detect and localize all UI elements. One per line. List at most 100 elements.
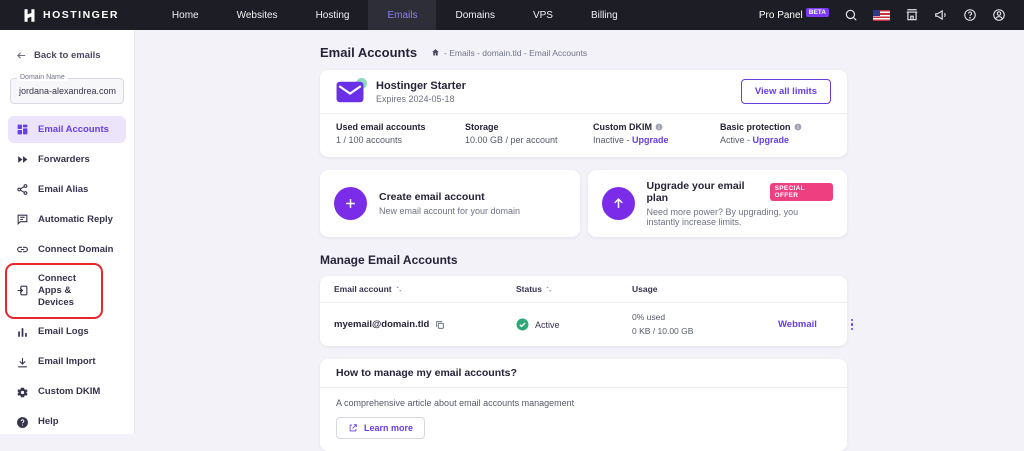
nav-websites[interactable]: Websites	[218, 0, 297, 30]
learn-more-button[interactable]: Learn more	[336, 417, 425, 439]
status-badge: Active	[535, 320, 560, 330]
grid-icon	[16, 123, 29, 136]
table-header: Email account Status Usage	[320, 276, 847, 303]
top-navigation: Home Websites Hosting Emails Domains VPS…	[153, 0, 637, 30]
action-card-title: Upgrade your email plan	[647, 180, 764, 204]
copy-icon[interactable]	[435, 320, 445, 330]
stat-value: Inactive -	[593, 135, 630, 145]
sidebar-item-email-import[interactable]: Email Import	[8, 349, 126, 376]
check-circle-icon	[516, 318, 529, 331]
account-icon[interactable]	[992, 8, 1006, 22]
hostinger-logo[interactable]: HOSTINGER	[0, 8, 129, 23]
topbar: HOSTINGER Home Websites Hosting Emails D…	[0, 0, 1024, 30]
special-offer-badge: SPECIAL OFFER	[770, 183, 833, 201]
breadcrumb-path: - Emails - domain.tld - Email Accounts	[444, 48, 587, 58]
column-label: Status	[516, 284, 542, 294]
sidebar-item-help[interactable]: Help	[8, 409, 126, 436]
info-icon[interactable]	[794, 123, 802, 131]
plan-stats: Used email accounts 1 / 100 accounts Sto…	[320, 113, 847, 157]
page-title: Email Accounts	[320, 45, 417, 60]
arrow-up-icon	[602, 187, 635, 220]
sidebar-item-email-accounts[interactable]: Email Accounts	[8, 116, 126, 143]
sidebar-item-label: Custom DKIM	[38, 386, 100, 398]
usage-quota: 0 KB / 10.00 GB	[632, 325, 778, 338]
sidebar-item-label: Email Alias	[38, 184, 88, 196]
nav-billing[interactable]: Billing	[572, 0, 637, 30]
topbar-right: Pro PanelBETA	[759, 8, 1024, 22]
sidebar-item-label: Email Logs	[38, 326, 89, 338]
sidebar-item-email-logs[interactable]: Email Logs	[8, 319, 126, 346]
manage-section-title: Manage Email Accounts	[320, 253, 1024, 267]
domain-select-label: Domain Name	[17, 74, 68, 81]
domain-select[interactable]: Domain Name jordana-alexandrea.com	[10, 78, 124, 104]
row-menu-kebab-icon[interactable]	[839, 319, 865, 331]
sort-icon	[545, 285, 553, 293]
sidebar-item-label: Automatic Reply	[38, 214, 113, 226]
nav-home[interactable]: Home	[153, 0, 218, 30]
pro-panel-toggle[interactable]: Pro PanelBETA	[759, 10, 829, 21]
stat-value: 1 / 100 accounts	[336, 135, 465, 145]
us-flag-icon[interactable]	[873, 10, 890, 21]
column-label: Email account	[334, 284, 392, 294]
upgrade-email-plan-card[interactable]: Upgrade your email plan SPECIAL OFFER Nee…	[588, 170, 848, 237]
sort-icon	[395, 285, 403, 293]
back-to-emails-label: Back to emails	[34, 50, 101, 61]
breadcrumb[interactable]: - Emails - domain.tld - Email Accounts	[431, 48, 587, 58]
column-email-account[interactable]: Email account	[334, 284, 516, 294]
sidebar-item-label: Email Import	[38, 356, 96, 368]
view-all-limits-button[interactable]: View all limits	[741, 79, 831, 104]
stat-value: Active -	[720, 135, 750, 145]
sidebar-item-automatic-reply[interactable]: Automatic Reply	[8, 206, 126, 233]
pro-panel-label: Pro Panel	[759, 10, 803, 21]
info-icon[interactable]	[655, 123, 663, 131]
sidebar-item-email-alias[interactable]: Email Alias	[8, 176, 126, 203]
action-card-title: Create email account	[379, 191, 520, 203]
action-card-description: Need more power? By upgrading, you insta…	[647, 207, 834, 227]
storefront-icon[interactable]	[905, 8, 919, 22]
beta-badge: BETA	[806, 8, 829, 17]
plan-name: Hostinger Starter	[376, 80, 466, 92]
help-icon[interactable]	[963, 8, 977, 22]
help-card: How to manage my email accounts? A compr…	[320, 359, 847, 451]
announcements-icon[interactable]	[934, 8, 948, 22]
sidebar: Back to emails Domain Name jordana-alexa…	[0, 30, 135, 434]
sidebar-item-connect-domain[interactable]: Connect Domain	[8, 236, 126, 263]
gear-icon	[16, 386, 29, 399]
nav-domains[interactable]: Domains	[436, 0, 513, 30]
nav-hosting[interactable]: Hosting	[297, 0, 369, 30]
envelope-icon	[336, 81, 364, 103]
stat-label: Custom DKIM	[593, 122, 652, 132]
webmail-link[interactable]: Webmail	[778, 319, 839, 330]
action-card-description: New email account for your domain	[379, 206, 520, 216]
external-link-icon	[348, 423, 358, 433]
plan-expiry: Expires 2024-05-18	[376, 94, 466, 104]
usage-percent: 0% used	[632, 311, 778, 324]
sidebar-item-label: Connect Apps & Devices	[38, 273, 92, 309]
back-arrow-icon	[16, 50, 27, 61]
stat-used-accounts: Used email accounts 1 / 100 accounts	[336, 122, 465, 145]
sidebar-item-custom-dkim[interactable]: Custom DKIM	[8, 379, 126, 406]
sidebar-item-forwarders[interactable]: Forwarders	[8, 146, 126, 173]
back-to-emails-link[interactable]: Back to emails	[0, 30, 134, 61]
help-card-title: How to manage my email accounts?	[320, 359, 847, 388]
bar-chart-icon	[16, 326, 29, 339]
domain-select-value: jordana-alexandrea.com	[11, 79, 123, 103]
stat-label: Used email accounts	[336, 122, 426, 132]
nav-vps[interactable]: VPS	[514, 0, 572, 30]
hostinger-logo-text: HOSTINGER	[43, 9, 119, 21]
column-label: Usage	[632, 284, 658, 294]
search-icon[interactable]	[844, 8, 858, 22]
sidebar-item-label: Forwarders	[38, 154, 90, 166]
sidebar-menu: Email Accounts Forwarders Email Alias Au…	[0, 116, 134, 436]
share-icon	[16, 183, 29, 196]
email-address: myemail@domain.tld	[334, 319, 429, 330]
question-icon	[16, 416, 29, 429]
plus-icon	[334, 187, 367, 220]
plan-card: Hostinger Starter Expires 2024-05-18 Vie…	[320, 70, 847, 157]
sidebar-item-connect-apps-devices[interactable]: Connect Apps & Devices	[8, 266, 100, 316]
column-status[interactable]: Status	[516, 284, 632, 294]
create-email-account-card[interactable]: Create email account New email account f…	[320, 170, 580, 237]
upgrade-link[interactable]: Upgrade	[632, 135, 669, 145]
nav-emails[interactable]: Emails	[368, 0, 436, 30]
upgrade-link[interactable]: Upgrade	[753, 135, 790, 145]
